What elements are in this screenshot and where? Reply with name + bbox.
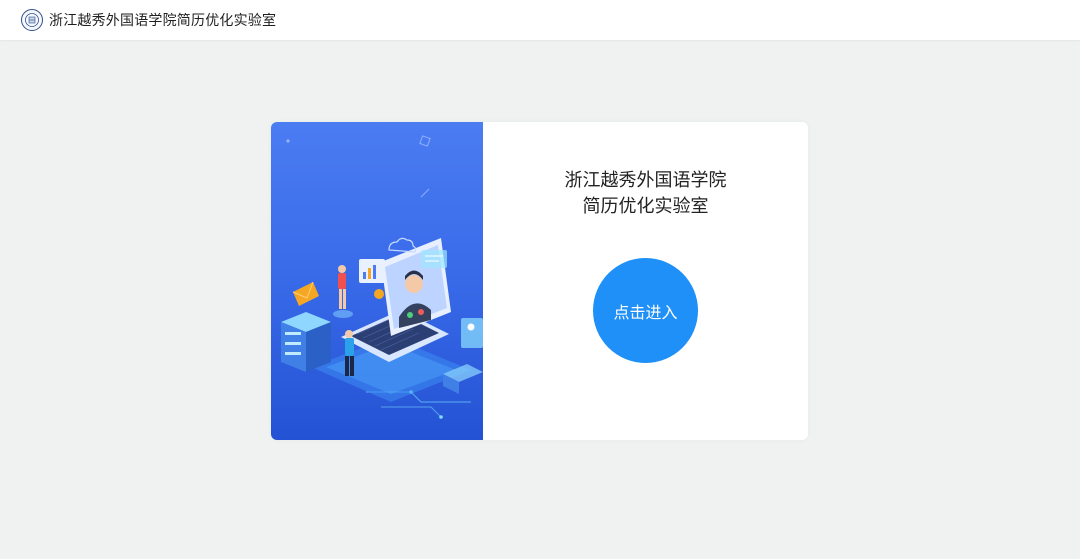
top-bar: 浙江越秀外国语学院简历优化实验室 — [0, 0, 1080, 40]
enter-button[interactable]: 点击进入 — [593, 258, 698, 363]
video-interview-illustration — [271, 122, 483, 440]
university-seal-icon — [21, 9, 43, 31]
header-title: 浙江越秀外国语学院简历优化实验室 — [49, 13, 277, 29]
lab-title-line2: 简历优化实验室 — [582, 196, 709, 217]
entry-panel: 浙江越秀外国语学院 简历优化实验室 点击进入 — [483, 122, 808, 440]
entry-card: 浙江越秀外国语学院 简历优化实验室 点击进入 — [271, 122, 808, 440]
lab-title-line1: 浙江越秀外国语学院 — [564, 170, 727, 191]
lab-title: 浙江越秀外国语学院 简历优化实验室 — [483, 168, 808, 220]
